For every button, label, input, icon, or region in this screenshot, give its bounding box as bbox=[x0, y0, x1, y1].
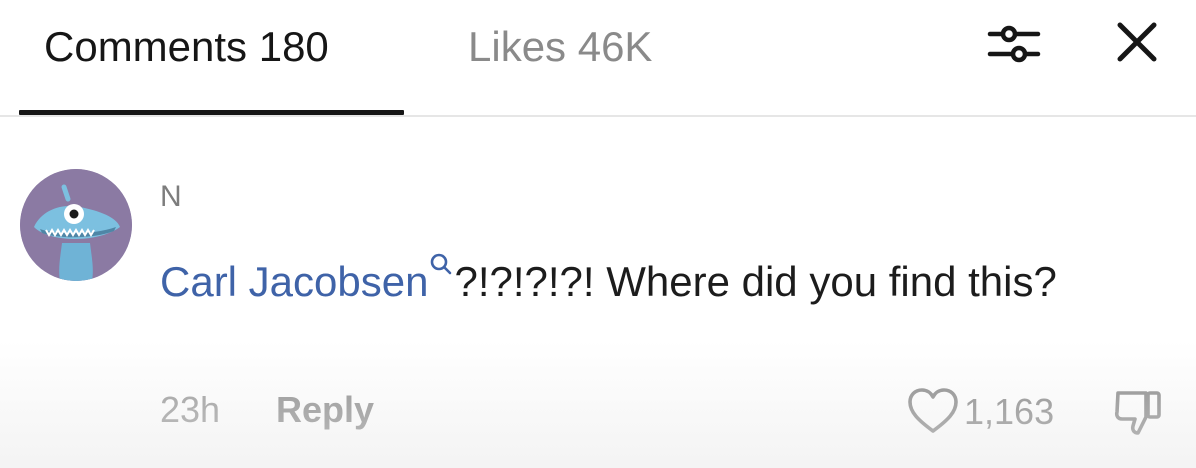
search-icon[interactable] bbox=[429, 237, 453, 275]
comment-body: Carl Jacobsen ?!?!?!?! Where did you find… bbox=[160, 237, 1160, 313]
thumbs-down-icon bbox=[1114, 391, 1161, 435]
close-icon bbox=[1117, 22, 1157, 62]
comment-item: N Carl Jacobsen ?!?!?!?! Where did you fi… bbox=[0, 119, 1196, 468]
tab-likes[interactable]: Likes 46K bbox=[468, 22, 652, 72]
heart-icon bbox=[908, 388, 958, 433]
avatar[interactable] bbox=[20, 169, 132, 281]
filter-button[interactable] bbox=[984, 19, 1044, 69]
active-tab-indicator bbox=[19, 110, 404, 115]
sliders-icon bbox=[987, 25, 1041, 63]
comment-username[interactable]: N bbox=[160, 179, 182, 215]
dislike-button[interactable] bbox=[1108, 383, 1168, 443]
like-count: 1,163 bbox=[964, 391, 1055, 432]
close-button[interactable] bbox=[1112, 20, 1162, 66]
tab-comments[interactable]: Comments 180 bbox=[44, 22, 329, 72]
comment-text: ?!?!?!?! Where did you find this? bbox=[454, 258, 1057, 305]
comment-timestamp: 23h bbox=[160, 389, 221, 430]
reply-button[interactable]: Reply bbox=[276, 387, 374, 433]
comment-mention[interactable]: Carl Jacobsen bbox=[160, 258, 428, 305]
monster-avatar bbox=[20, 169, 132, 281]
like-button[interactable]: 1,163 bbox=[906, 387, 1066, 437]
tab-bar: Comments 180 Likes 46K bbox=[0, 0, 1196, 117]
